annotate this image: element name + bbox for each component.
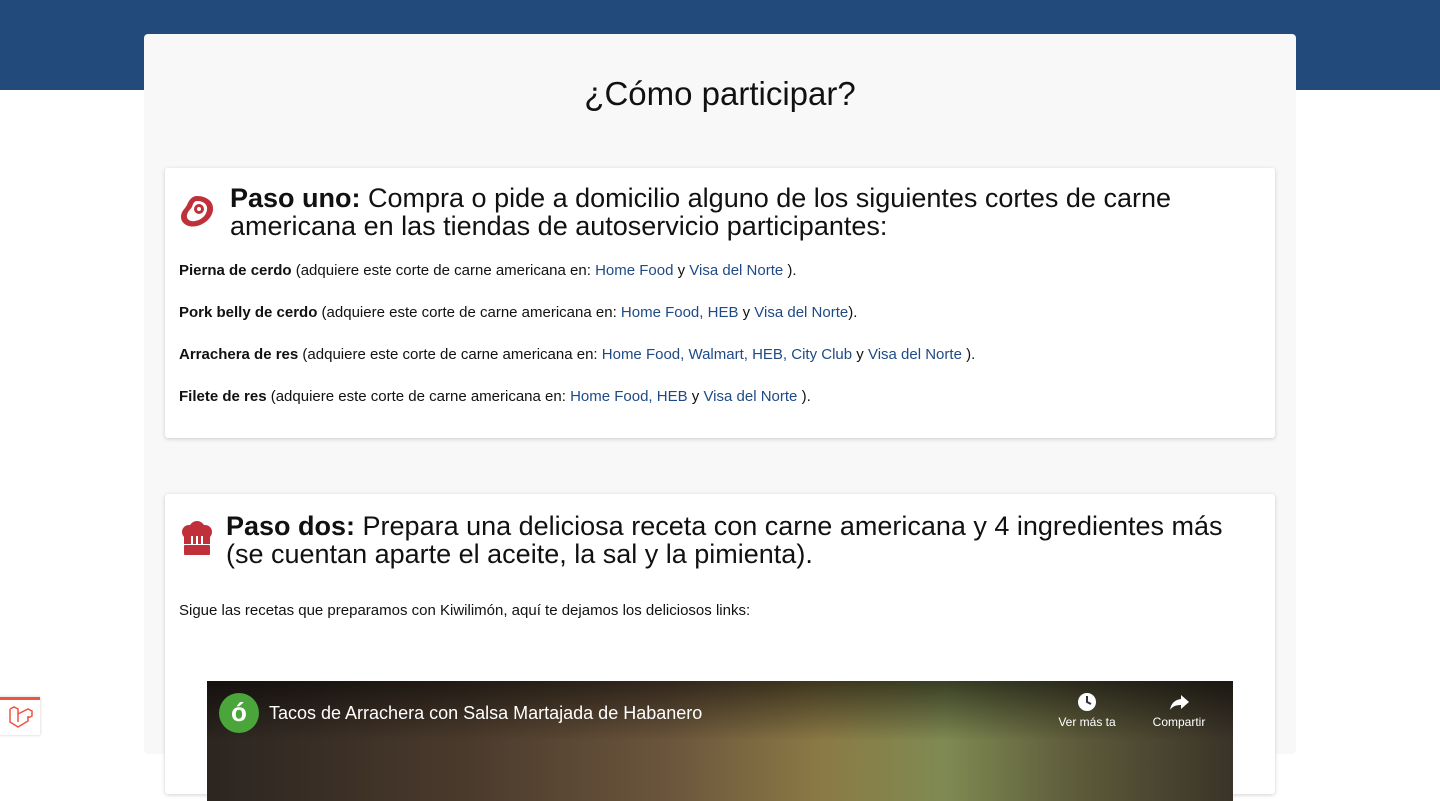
step-one-text: Compra o pide a domicilio alguno de los … <box>230 183 1171 241</box>
cut-item-pork-belly: Pork belly de cerdo (adquiere este corte… <box>179 303 857 323</box>
share-button[interactable]: Compartir <box>1144 691 1214 729</box>
store-separator: y <box>687 388 704 405</box>
cut-item-filete-res: Filete de res (adquiere este corte de ca… <box>179 387 811 407</box>
video-embed[interactable]: ó Tacos de Arrachera con Salsa Martajada… <box>207 681 1233 801</box>
cut-description: (adquiere este corte de carne americana … <box>266 388 571 405</box>
content-card: ¿Cómo participar? Paso uno: Compra o pid… <box>144 34 1296 801</box>
cut-suffix: ). <box>961 346 976 363</box>
watch-later-button[interactable]: Ver más ta <box>1052 691 1122 729</box>
step-two-label: Paso dos: <box>226 511 356 541</box>
debug-badge[interactable] <box>0 697 40 735</box>
cut-suffix: ). <box>848 304 858 321</box>
store-separator: y <box>738 304 755 321</box>
cut-suffix: ). <box>783 262 797 279</box>
store-link-visa-del-norte[interactable]: Visa del Norte <box>868 346 962 363</box>
step-two-text: Prepara una deliciosa receta con carne a… <box>226 511 1223 569</box>
watch-later-label: Ver más ta <box>1058 715 1116 729</box>
cut-name: Arrachera de res <box>179 346 299 363</box>
cut-name: Filete de res <box>179 388 267 405</box>
clock-icon <box>1078 693 1096 711</box>
store-link-visa-del-norte[interactable]: Visa del Norte <box>703 388 797 405</box>
store-link[interactable]: Home Food, HEB <box>621 304 739 321</box>
page-title: ¿Cómo participar? <box>584 75 856 112</box>
store-separator: y <box>673 262 690 279</box>
cut-item-arrachera: Arrachera de res (adquiere este corte de… <box>179 345 975 365</box>
share-label: Compartir <box>1152 715 1206 729</box>
store-link[interactable]: Home Food, Walmart, HEB, <box>602 346 787 363</box>
store-link-visa-del-norte[interactable]: Visa del Norte <box>754 304 848 321</box>
step-one-card: Paso uno: Compra o pide a domicilio algu… <box>165 168 1275 438</box>
store-link[interactable]: Home Food, HEB <box>570 388 688 405</box>
cut-name: Pork belly de cerdo <box>179 304 318 321</box>
cut-item-pierna-cerdo: Pierna de cerdo (adquiere este corte de … <box>179 261 797 281</box>
store-link[interactable]: Home Food <box>595 262 673 279</box>
cut-description: (adquiere este corte de carne americana … <box>317 304 621 321</box>
step-one-heading: Paso uno: Compra o pide a domicilio algu… <box>230 184 1260 240</box>
step-two-card: Paso dos: Prepara una deliciosa receta c… <box>165 494 1275 801</box>
cut-suffix: ). <box>797 388 811 405</box>
cut-description: (adquiere este corte de carne americana … <box>298 346 602 363</box>
step-one-label: Paso uno: <box>230 183 361 213</box>
steak-icon <box>178 192 216 230</box>
store-link-city-club[interactable]: City Club <box>787 346 852 363</box>
store-separator: y <box>852 346 868 363</box>
recipes-intro: Sigue las recetas que preparamos con Kiw… <box>179 602 751 619</box>
step-two-heading: Paso dos: Prepara una deliciosa receta c… <box>226 512 1246 568</box>
channel-avatar[interactable]: ó <box>219 693 259 733</box>
cut-description: (adquiere este corte de carne americana … <box>291 262 596 279</box>
laravel-logo-icon <box>9 706 33 728</box>
store-link-visa-del-norte[interactable]: Visa del Norte <box>689 262 783 279</box>
video-title[interactable]: Tacos de Arrachera con Salsa Martajada d… <box>269 703 702 724</box>
share-arrow-icon <box>1170 695 1189 710</box>
chef-hat-icon <box>178 520 216 558</box>
cut-name: Pierna de cerdo <box>179 262 292 279</box>
